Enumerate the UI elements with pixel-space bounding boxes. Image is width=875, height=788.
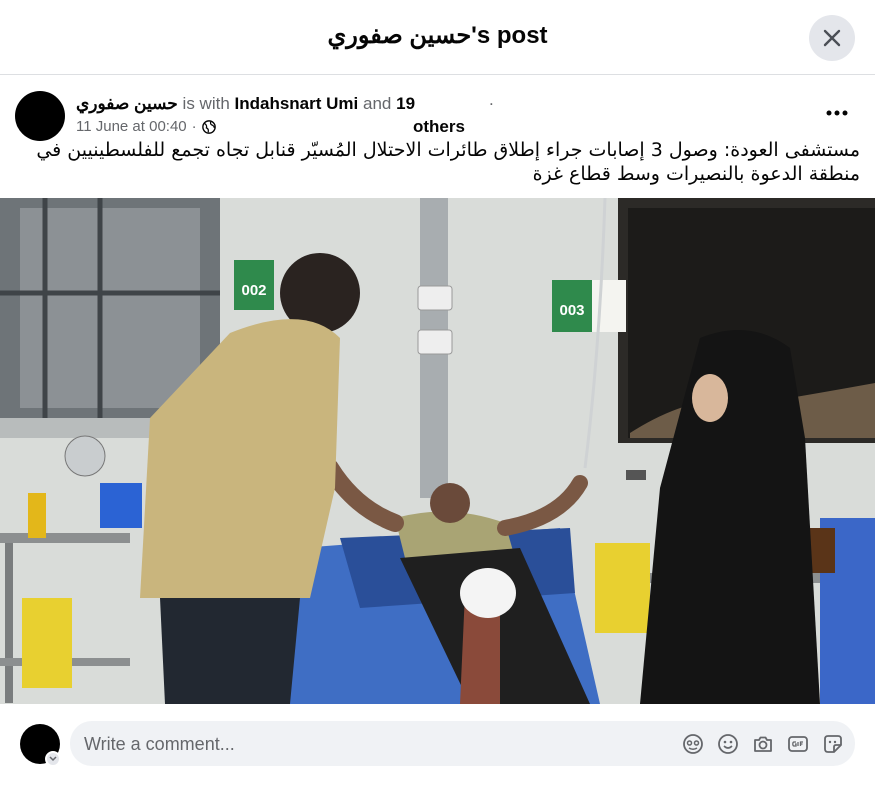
emoji-icon [718, 734, 738, 754]
bed-sign-002: 002 [241, 282, 266, 299]
sticker-button[interactable] [821, 732, 845, 756]
sticker-icon [824, 735, 842, 753]
close-button[interactable] [809, 15, 855, 61]
author-name[interactable]: حسين صفوري [76, 94, 178, 113]
with-text: is with [182, 94, 230, 113]
hospital-scene-image: 002 003 [0, 198, 875, 704]
author-avatar[interactable] [15, 91, 65, 141]
comment-input[interactable] [82, 721, 646, 768]
post-timestamp[interactable]: 11 June at 00:40 [76, 117, 187, 137]
others-link[interactable]: others [413, 117, 465, 137]
more-options-button[interactable] [817, 98, 857, 128]
comment-icons [681, 732, 845, 756]
dialog-header: حسين صفوري's post [0, 0, 875, 75]
avatar-sticker-button[interactable] [681, 732, 705, 756]
comment-bar [0, 704, 875, 788]
camera-button[interactable] [751, 732, 775, 756]
tagged-person[interactable]: Indahsnart Umi [235, 94, 359, 113]
post-header: حسين صفوري is with Indahsnart Umi and 19… [0, 76, 875, 198]
avatar-switch-badge[interactable] [45, 751, 61, 767]
camera-icon [754, 736, 772, 752]
gif-icon [788, 736, 808, 752]
others-count[interactable]: 19 [396, 94, 415, 113]
globe-icon [201, 120, 216, 134]
post-meta: 11 June at 00:40 · [76, 117, 216, 137]
and-text: and [363, 94, 392, 113]
comment-box [70, 721, 855, 768]
bed-sign-003: 003 [559, 302, 584, 319]
close-icon [823, 29, 841, 47]
post-photo[interactable]: 002 003 [0, 198, 875, 704]
post-text: مستشفى العودة: وصول 3 إصابات جراء إطلاق … [36, 139, 860, 185]
emoji-button[interactable] [716, 732, 740, 756]
author-line: حسين صفوري is with Indahsnart Umi and 19 [76, 93, 476, 114]
avatar-sticker-icon [683, 734, 703, 754]
meta-dot: · [191, 118, 197, 135]
dialog-title: حسين صفوري's post [327, 22, 548, 49]
more-horizontal-icon [826, 110, 848, 116]
gif-button[interactable] [786, 732, 810, 756]
chevron-down-icon [49, 756, 57, 762]
separator: . [489, 90, 494, 109]
